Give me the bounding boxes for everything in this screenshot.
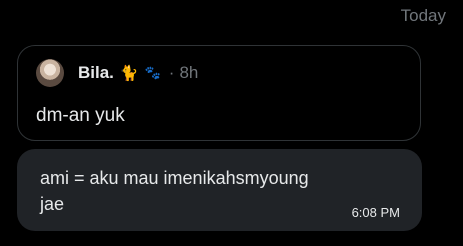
post-timestamp[interactable]: 8h	[179, 63, 198, 83]
black-cat-emoji-icon: 🐈	[119, 63, 139, 82]
paw-prints-emoji-icon: 🐾	[144, 65, 161, 81]
display-name[interactable]: Bila.	[78, 63, 114, 83]
message-bubble[interactable]: ami = aku mau imenikahsmyoungjae 6:08 PM	[17, 149, 422, 231]
message-timestamp: 6:08 PM	[351, 205, 400, 220]
date-divider: Today	[400, 6, 446, 25]
post-header: Bila. 🐈 🐾 · 8h	[36, 59, 198, 87]
meta-separator: ·	[168, 63, 175, 82]
shared-post-card[interactable]: Bila. 🐈 🐾 · 8h dm-an yuk	[17, 45, 421, 141]
avatar[interactable]	[36, 59, 64, 87]
message-text: ami = aku mau imenikahsmyoungjae	[40, 168, 309, 214]
post-text: dm-an yuk	[36, 105, 125, 126]
dm-conversation-view: Today Bila. 🐈 🐾 · 8h dm-an yuk ami = aku…	[0, 0, 463, 246]
